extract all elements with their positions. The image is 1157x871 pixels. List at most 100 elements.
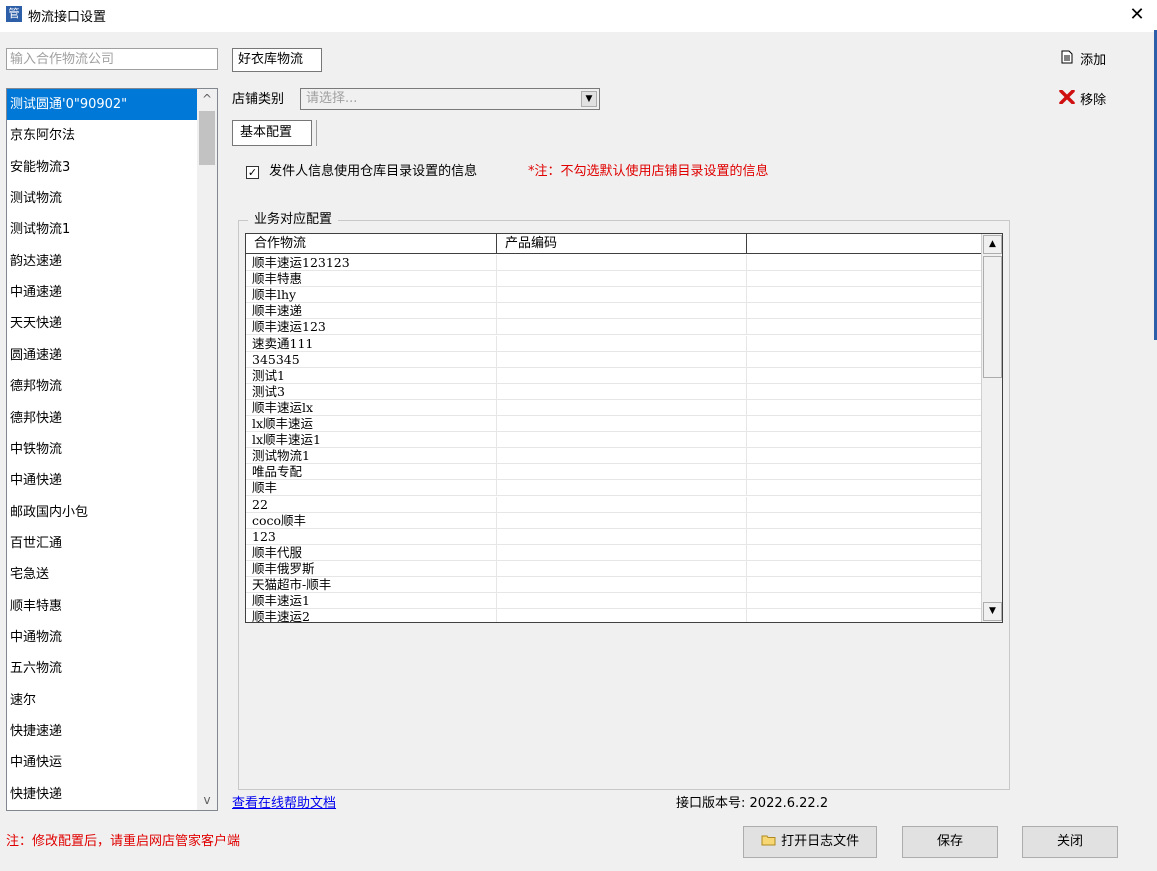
scroll-up-icon[interactable]: ^ [197,89,217,109]
table-cell[interactable] [747,368,981,384]
list-item[interactable]: 安能物流3 [7,152,197,183]
sender-info-checkbox[interactable]: ✓ [246,166,259,179]
table-cell[interactable]: 测试物流1 [246,448,497,465]
list-item[interactable]: 天天快递 [7,308,197,339]
table-cell[interactable] [747,593,981,609]
remove-button[interactable]: 移除 [1058,89,1106,112]
table-row[interactable]: 顺丰代服 [246,544,981,561]
grid-scrollbar[interactable]: ▲ ▼ [981,234,1002,622]
list-item[interactable]: 快捷速递 [7,716,197,747]
table-cell[interactable] [747,432,981,448]
table-cell[interactable] [497,432,747,449]
online-help-link[interactable]: 查看在线帮助文档 [232,794,336,814]
column-header-product-code[interactable]: 产品编码 [497,234,747,254]
table-cell[interactable] [497,287,747,304]
logistics-company-list[interactable]: 测试圆通'0"90902" 京东阿尔法 安能物流3 测试物流 测试物流1 韵达速递 中通速递… [6,88,218,811]
table-cell[interactable] [497,528,747,545]
table-row[interactable]: 顺丰俄罗斯 [246,560,981,577]
table-row[interactable]: 顺丰特惠 [246,271,981,288]
table-row[interactable]: 顺丰 [246,480,981,497]
save-button[interactable]: 保存 [902,826,998,858]
table-cell[interactable] [497,399,747,416]
table-row[interactable]: 顺丰速运1 [246,593,981,610]
table-cell[interactable] [747,529,981,545]
shop-tab[interactable]: 好衣库物流 [232,48,322,72]
scroll-thumb[interactable] [199,111,215,165]
table-row[interactable]: 测试1 [246,367,981,384]
table-cell[interactable] [497,416,747,432]
table-row[interactable]: 速卖通111 [246,335,981,352]
table-cell[interactable]: 123 [246,528,497,545]
table-cell[interactable] [497,319,747,336]
table-cell[interactable] [747,609,981,622]
table-cell[interactable] [497,271,747,288]
list-item[interactable]: 德邦快递 [7,403,197,434]
add-button[interactable]: 添加 [1058,50,1106,72]
scroll-up-icon[interactable]: ▲ [983,235,1002,254]
logistics-search-input[interactable] [6,48,218,70]
table-row[interactable]: 345345 [246,351,981,368]
table-cell[interactable] [497,609,747,622]
table-cell[interactable] [497,593,747,610]
table-cell[interactable]: 顺丰特惠 [246,271,497,288]
list-item[interactable]: 测试物流 [7,183,197,214]
list-item[interactable]: 顺丰特惠 [7,591,197,622]
table-cell[interactable] [747,513,981,529]
table-cell[interactable] [747,577,981,593]
table-cell[interactable] [747,448,981,464]
table-row[interactable]: 天猫超市-顺丰 [246,577,981,593]
table-row[interactable]: 测试3 [246,383,981,400]
list-item[interactable]: 五六物流 [7,653,197,684]
table-cell[interactable]: 测试3 [246,383,497,400]
table-row[interactable]: lx顺丰速运 [246,416,981,432]
table-cell[interactable] [747,480,981,496]
close-button[interactable]: 关闭 [1022,826,1118,858]
table-cell[interactable]: 345345 [246,351,497,368]
table-row[interactable]: 顺丰速运2 [246,609,981,622]
table-cell[interactable]: coco顺丰 [246,512,497,529]
table-cell[interactable]: 顺丰速运123 [246,319,497,336]
business-mapping-grid[interactable]: 合作物流 产品编码 顺丰速运123123 顺丰特惠 顺丰lhy 顺丰速递 顺丰速运123… [245,233,1003,623]
list-item[interactable]: 速尔 [7,685,197,716]
scroll-down-icon[interactable]: v [197,790,217,810]
sender-info-option[interactable]: ✓ 发件人信息使用仓库目录设置的信息 [246,162,477,182]
table-cell[interactable] [497,577,747,593]
table-cell[interactable] [497,255,747,271]
table-row[interactable]: 顺丰速运123 [246,319,981,336]
list-item[interactable]: 宅急送 [7,559,197,590]
table-row[interactable]: 123 [246,528,981,545]
list-item[interactable]: 邮政国内小包 [7,497,197,528]
table-cell[interactable] [747,255,981,271]
list-item[interactable]: 中通物流 [7,622,197,653]
list-item[interactable]: 中通快运 [7,747,197,778]
table-cell[interactable] [747,271,981,287]
table-cell[interactable] [497,464,747,481]
scroll-down-icon[interactable]: ▼ [983,602,1002,621]
list-item[interactable]: 中通速递 [7,277,197,308]
list-item[interactable]: 百世汇通 [7,528,197,559]
table-row[interactable]: 顺丰速递 [246,303,981,320]
table-cell[interactable] [747,287,981,303]
table-cell[interactable] [747,319,981,335]
list-item[interactable]: 中通快递 [7,465,197,496]
table-cell[interactable]: lx顺丰速运 [246,416,497,432]
table-row[interactable]: 顺丰lhy [246,287,981,304]
list-item[interactable]: 圆通速递 [7,340,197,371]
table-row[interactable]: coco顺丰 [246,512,981,529]
table-cell[interactable]: 唯品专配 [246,464,497,481]
table-cell[interactable] [497,383,747,400]
table-cell[interactable] [497,496,747,513]
table-row[interactable]: 测试物流1 [246,448,981,465]
table-row[interactable]: lx顺丰速运1 [246,432,981,449]
list-item[interactable]: 德邦物流 [7,371,197,402]
table-cell[interactable] [747,497,981,513]
table-cell[interactable]: 顺丰速运2 [246,609,497,622]
table-cell[interactable]: lx顺丰速运1 [246,432,497,449]
table-cell[interactable]: 测试1 [246,367,497,384]
table-cell[interactable]: 顺丰速运1 [246,593,497,610]
table-cell[interactable] [497,544,747,561]
table-cell[interactable] [747,384,981,400]
table-cell[interactable]: 天猫超市-顺丰 [246,577,497,593]
table-cell[interactable]: 顺丰 [246,480,497,497]
column-header-extra[interactable] [747,234,981,254]
